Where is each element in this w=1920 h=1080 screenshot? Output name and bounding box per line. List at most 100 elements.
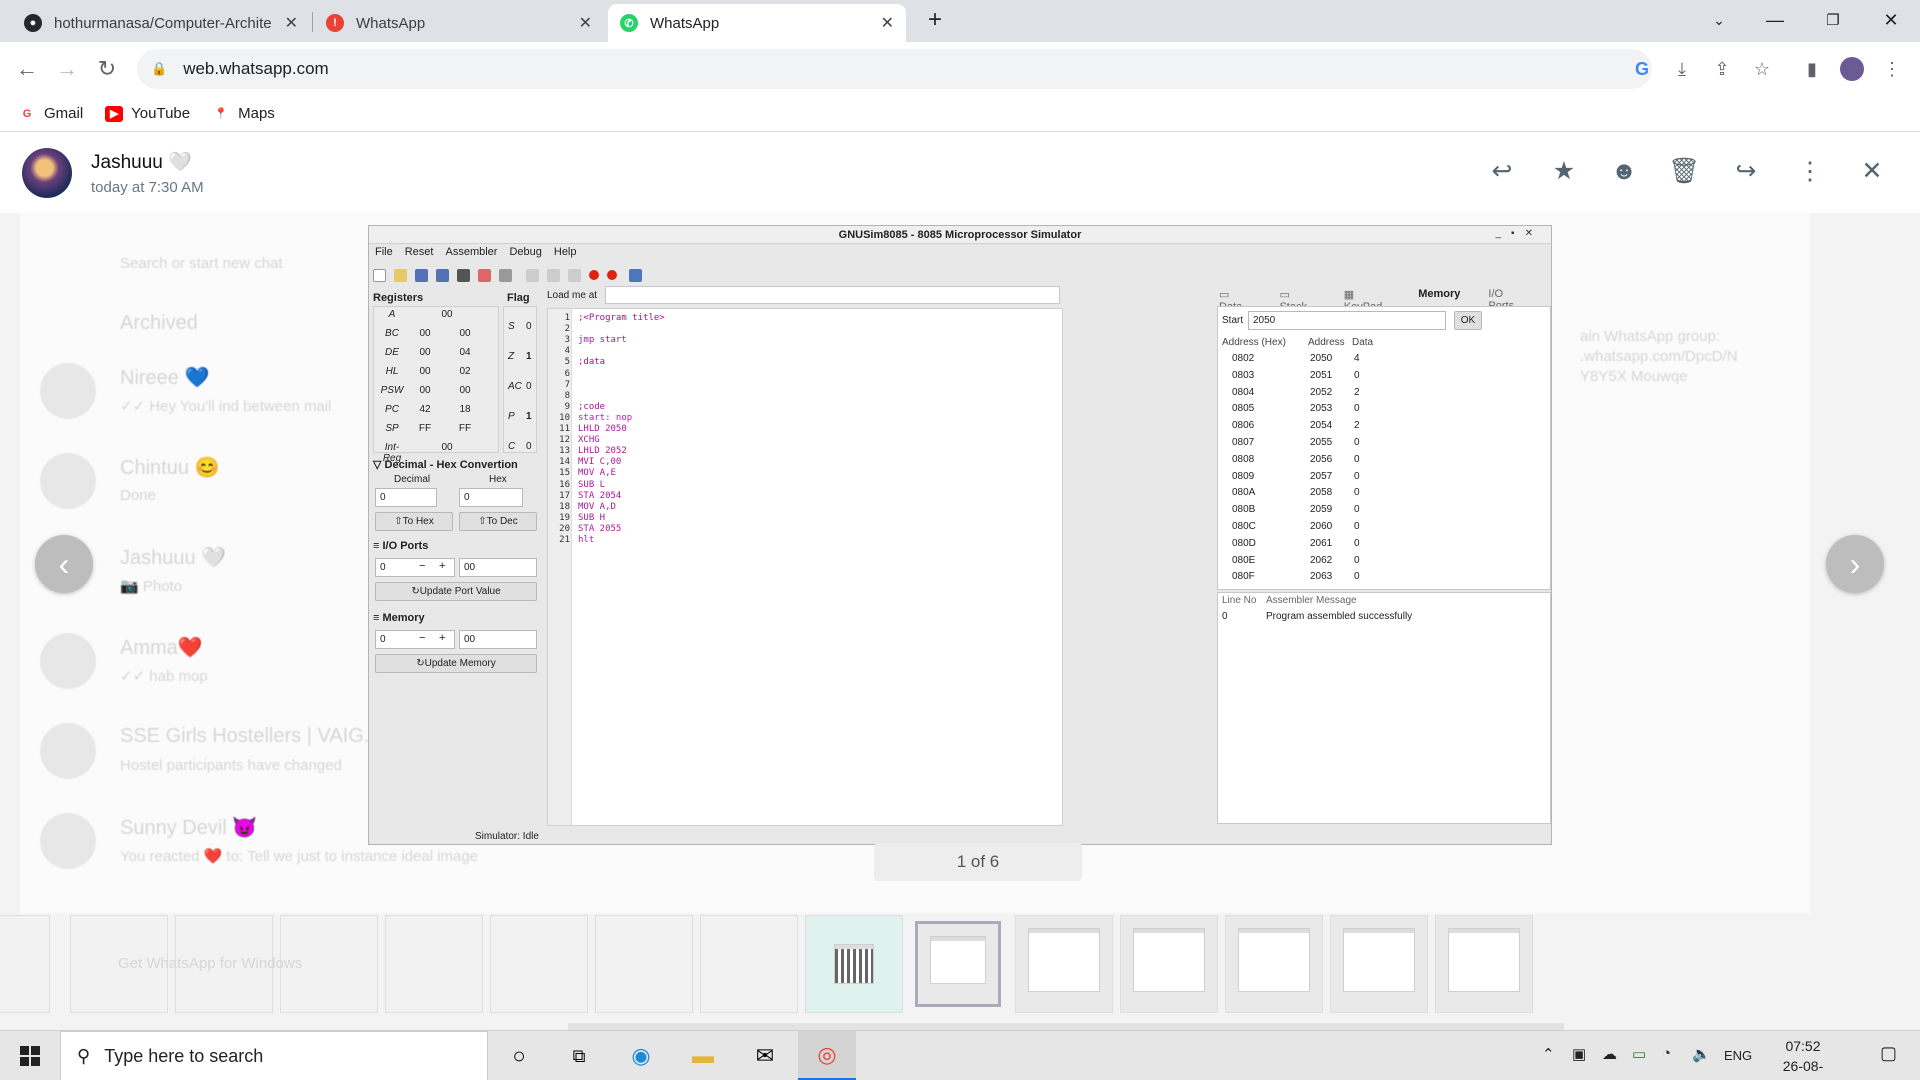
tab-stack[interactable]: ▭ Stack	[1279, 288, 1329, 313]
next-media-button[interactable]: ›	[1826, 535, 1884, 593]
google-icon[interactable]: G	[1630, 57, 1654, 81]
maximize-button[interactable]: ❐	[1810, 0, 1856, 40]
memory-row[interactable]: 0809 2057 0	[1218, 471, 1548, 488]
media-thumbnail[interactable]	[1435, 915, 1533, 1013]
memory-increment-button[interactable]: +	[439, 632, 445, 644]
share-icon[interactable]: ⇪	[1710, 57, 1734, 81]
bookmark-youtube[interactable]: ▶ YouTube	[105, 105, 190, 122]
media-thumbnail[interactable]	[1225, 915, 1323, 1013]
forward-icon[interactable]: ↪	[1730, 155, 1762, 187]
minimize-button[interactable]: —	[1752, 0, 1798, 40]
to-hex-button[interactable]: ⇧ To Hex	[375, 512, 453, 531]
tab-keypad[interactable]: ▦ KeyPad	[1344, 288, 1404, 313]
close-icon[interactable]: ✕	[285, 13, 298, 33]
step-in-icon[interactable]	[526, 268, 539, 282]
full-screen-icon[interactable]	[629, 268, 642, 282]
memory-value-input[interactable]: 00	[459, 630, 537, 649]
memory-row[interactable]: 080B 2059 0	[1218, 504, 1548, 521]
delete-icon[interactable]: 🗑	[1668, 155, 1700, 187]
avatar[interactable]	[22, 148, 72, 198]
media-thumbnail[interactable]	[1120, 915, 1218, 1013]
memory-row[interactable]: 080C 2060 0	[1218, 521, 1548, 538]
memory-decrement-button[interactable]: −	[419, 632, 425, 644]
edge-icon[interactable]: ◉	[612, 1031, 670, 1080]
wifi-icon[interactable]: ◔	[1662, 1045, 1671, 1062]
media-thumbnail[interactable]	[700, 915, 798, 1013]
save-icon[interactable]	[415, 268, 428, 282]
close-icon[interactable]: ✕	[1856, 155, 1888, 187]
media-thumbnail[interactable]	[1330, 915, 1428, 1013]
battery-icon[interactable]: ▭	[1632, 1045, 1646, 1063]
menu-reset[interactable]: Reset	[405, 246, 434, 262]
update-memory-button[interactable]: ↻ Update Memory	[375, 654, 537, 673]
notifications-icon[interactable]: ▢	[1880, 1043, 1897, 1064]
tab-data[interactable]: ▭ Data	[1219, 288, 1265, 313]
memory-row[interactable]: 080E 2062 0	[1218, 555, 1548, 572]
new-tab-button[interactable]: +	[912, 0, 958, 40]
bookmark-maps[interactable]: 📍 Maps	[212, 105, 275, 122]
cortana-icon[interactable]: ○	[490, 1031, 548, 1080]
menu-help[interactable]: Help	[554, 246, 577, 262]
onedrive-icon[interactable]: ☁	[1602, 1045, 1617, 1063]
system-clock[interactable]: 07:52 26-08-2023	[1770, 1036, 1836, 1080]
step-over-icon[interactable]	[547, 268, 560, 282]
taskbar-search[interactable]: ⚲ Type here to search	[60, 1031, 488, 1080]
memory-row[interactable]: 080A 2058 0	[1218, 487, 1548, 504]
language-indicator[interactable]: ENG	[1724, 1048, 1752, 1063]
start-button[interactable]	[0, 1031, 60, 1080]
memory-row[interactable]: 0803 2051 0	[1218, 370, 1548, 387]
decimal-input[interactable]: 0	[375, 488, 437, 507]
forward-button[interactable]: →	[52, 54, 82, 84]
to-dec-button[interactable]: ⇧ To Dec	[459, 512, 537, 531]
tab-whatsapp-active[interactable]: ✆ WhatsApp ✕	[608, 4, 906, 42]
tab-memory[interactable]: Memory	[1418, 288, 1474, 305]
print-icon[interactable]	[457, 268, 470, 282]
menu-icon[interactable]: ⋮	[1880, 57, 1904, 81]
hex-input[interactable]: 0	[459, 488, 523, 507]
menu-assembler[interactable]: Assembler	[445, 246, 497, 262]
port-increment-button[interactable]: +	[439, 560, 445, 572]
code-editor[interactable]: 1 2 3 4 5 6 7 8 9 10 11 12 13 14 15 16 17 18 19 20 21 ;<Prog…	[547, 308, 1063, 826]
star-icon[interactable]: ★	[1548, 155, 1580, 187]
task-view-icon[interactable]: ⧉	[550, 1031, 608, 1080]
memory-row[interactable]: 0806 2054 2	[1218, 420, 1548, 437]
mail-icon[interactable]: ✉	[736, 1031, 794, 1080]
memory-row[interactable]: 080D 2061 0	[1218, 538, 1548, 555]
load-address-input[interactable]	[605, 286, 1060, 304]
menu-debug[interactable]: Debug	[509, 246, 541, 262]
media-thumbnail[interactable]	[385, 915, 483, 1013]
start-address-input[interactable]: 2050	[1248, 311, 1446, 330]
address-bar[interactable]: 🔒 web.whatsapp.com	[137, 49, 1652, 89]
port-value-input[interactable]: 00	[459, 558, 537, 577]
bookmark-star-icon[interactable]: ☆	[1750, 57, 1774, 81]
install-icon[interactable]: ⤓	[1670, 57, 1694, 81]
memory-row[interactable]: 0802 2050 4	[1218, 353, 1548, 370]
tab-io-ports[interactable]: I/O Ports	[1488, 288, 1541, 312]
menu-file[interactable]: File	[375, 246, 393, 262]
profile-avatar[interactable]	[1840, 57, 1864, 81]
reload-button[interactable]: ↻	[92, 54, 122, 84]
tab-search-button[interactable]: ⌄	[1696, 0, 1742, 40]
side-panel-icon[interactable]: ▮	[1800, 57, 1824, 81]
bookmark-gmail[interactable]: G Gmail	[18, 105, 83, 122]
emoji-icon[interactable]: ☻	[1608, 155, 1640, 187]
more-icon[interactable]: ⋮	[1794, 155, 1826, 187]
file-explorer-icon[interactable]: ▬	[674, 1031, 732, 1080]
selected-thumbnail[interactable]	[915, 921, 1001, 1007]
listing-icon[interactable]	[499, 268, 512, 282]
chrome-icon[interactable]: ◎	[798, 1031, 856, 1080]
media-thumbnail[interactable]	[490, 915, 588, 1013]
memory-row[interactable]: 080F 2063 0	[1218, 571, 1548, 588]
close-icon[interactable]: ✕	[579, 13, 592, 33]
save-as-icon[interactable]	[436, 268, 449, 282]
open-file-icon[interactable]	[394, 268, 407, 282]
new-file-icon[interactable]	[373, 268, 386, 282]
step-out-icon[interactable]	[568, 268, 581, 282]
assemble-icon[interactable]	[478, 268, 491, 282]
tab-whatsapp-1[interactable]: ! WhatsApp ✕	[314, 4, 604, 42]
close-icon[interactable]: ✕	[881, 13, 894, 33]
back-button[interactable]: ←	[12, 54, 42, 84]
media-thumbnail[interactable]	[595, 915, 693, 1013]
clear-breakpoints-icon[interactable]	[607, 270, 617, 280]
meet-now-icon[interactable]: ▣	[1572, 1045, 1586, 1063]
